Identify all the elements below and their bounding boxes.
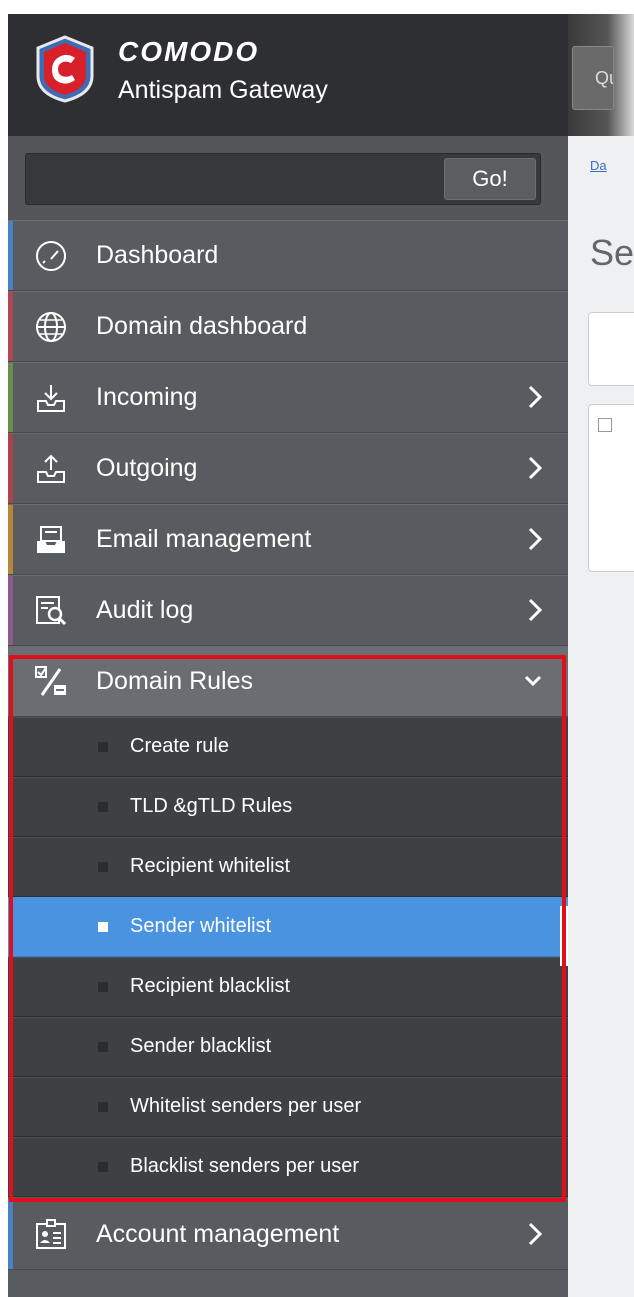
- speedometer-icon: [36, 241, 66, 271]
- bullet-icon: [98, 1042, 108, 1052]
- accent-bar: [8, 505, 13, 574]
- percent-rules-icon: [35, 666, 66, 696]
- sidebar: COMODO Antispam Gateway Go! Dashboard Do…: [8, 14, 568, 1297]
- bullet-icon: [98, 922, 108, 932]
- submenu-item-label: TLD &gTLD Rules: [130, 795, 293, 817]
- domain-rules-submenu: Create rule TLD &gTLD Rules Recipient wh…: [8, 717, 568, 1197]
- submenu-item-label: Sender whitelist: [130, 915, 272, 937]
- submenu-item-label: Recipient whitelist: [130, 855, 291, 877]
- search-input[interactable]: [36, 162, 420, 196]
- breadcrumb[interactable]: Da: [590, 158, 607, 173]
- bullet-icon: [98, 982, 108, 992]
- chevron-down-icon: [524, 675, 542, 687]
- sidebar-item-label: Domain Rules: [96, 667, 254, 695]
- search-box: Go!: [25, 153, 541, 205]
- top-toolbar: Qu: [568, 14, 634, 136]
- submenu-item-whitelist-senders-per-user[interactable]: Whitelist senders per user: [8, 1077, 568, 1137]
- id-card-icon: [36, 1219, 66, 1249]
- sidebar-item-domain-rules[interactable]: Domain Rules: [8, 646, 568, 717]
- submenu-item-sender-blacklist[interactable]: Sender blacklist: [8, 1017, 568, 1077]
- sidebar-item-label: Domain dashboard: [96, 312, 308, 340]
- chevron-right-icon: [528, 456, 543, 480]
- sidebar-item-label: Email management: [96, 525, 312, 553]
- accent-bar: [8, 1200, 13, 1269]
- sidebar-item-label: Dashboard: [96, 241, 219, 269]
- submenu-item-label: Create rule: [130, 735, 229, 757]
- inbox-download-icon: [37, 385, 65, 412]
- active-item-pointer: [560, 906, 568, 966]
- accent-bar: [8, 221, 13, 290]
- select-checkbox[interactable]: [598, 418, 612, 432]
- brand-name: COMODO: [118, 36, 260, 67]
- brand-header: COMODO Antispam Gateway: [8, 14, 568, 136]
- bullet-icon: [98, 1162, 108, 1172]
- sidebar-item-label: Incoming: [96, 383, 198, 411]
- chevron-right-icon: [528, 527, 543, 551]
- sidebar-item-incoming[interactable]: Incoming: [8, 362, 568, 433]
- sidebar-item-email-management[interactable]: Email management: [8, 504, 568, 575]
- sidebar-item-dashboard[interactable]: Dashboard: [8, 220, 568, 291]
- main-content: Da Se: [568, 136, 634, 1297]
- bullet-icon: [98, 862, 108, 872]
- page-title: Se: [590, 232, 634, 273]
- submenu-item-blacklist-senders-per-user[interactable]: Blacklist senders per user: [8, 1137, 568, 1197]
- accent-bar: [8, 576, 13, 645]
- brand-subtitle: Antispam Gateway: [118, 76, 328, 104]
- bullet-icon: [98, 742, 108, 752]
- submenu-item-sender-whitelist[interactable]: Sender whitelist: [8, 897, 568, 957]
- sidebar-item-outgoing[interactable]: Outgoing: [8, 433, 568, 504]
- submenu-item-label: Recipient blacklist: [130, 975, 291, 997]
- chevron-right-icon: [528, 1222, 543, 1246]
- outbox-upload-icon: [37, 454, 65, 483]
- accent-bar: [8, 292, 13, 361]
- submenu-item-recipient-whitelist[interactable]: Recipient whitelist: [8, 837, 568, 897]
- submenu-item-recipient-blacklist[interactable]: Recipient blacklist: [8, 957, 568, 1017]
- bullet-icon: [98, 802, 108, 812]
- sidebar-menu: Dashboard Domain dashboard Incoming Outg…: [8, 220, 568, 1270]
- sidebar-item-audit-log[interactable]: Audit log: [8, 575, 568, 646]
- submenu-item-label: Whitelist senders per user: [130, 1095, 362, 1117]
- chevron-right-icon: [528, 598, 543, 622]
- accent-bar: [8, 434, 13, 503]
- submenu-item-label: Blacklist senders per user: [130, 1155, 359, 1177]
- sidebar-search: Go!: [8, 136, 568, 220]
- globe-icon: [36, 312, 66, 342]
- sidebar-item-label: Audit log: [96, 596, 194, 624]
- bullet-icon: [98, 1102, 108, 1112]
- accent-bar: [8, 363, 13, 432]
- sidebar-item-label: Account management: [96, 1220, 340, 1248]
- quarantine-button[interactable]: Qu: [572, 46, 614, 110]
- sidebar-item-domain-dashboard[interactable]: Domain dashboard: [8, 291, 568, 362]
- sidebar-item-label: Outgoing: [96, 454, 198, 482]
- sidebar-item-account-management[interactable]: Account management: [8, 1199, 568, 1270]
- submenu-item-label: Sender blacklist: [130, 1035, 272, 1057]
- log-search-icon: [36, 596, 67, 626]
- chevron-right-icon: [528, 385, 543, 409]
- submenu-item-tld-gtld-rules[interactable]: TLD &gTLD Rules: [8, 777, 568, 837]
- go-button[interactable]: Go!: [444, 158, 536, 200]
- submenu-item-create-rule[interactable]: Create rule: [8, 717, 568, 777]
- comodo-logo-icon: [36, 35, 94, 103]
- content-panel: [588, 312, 634, 386]
- envelope-tray-icon: [37, 526, 65, 553]
